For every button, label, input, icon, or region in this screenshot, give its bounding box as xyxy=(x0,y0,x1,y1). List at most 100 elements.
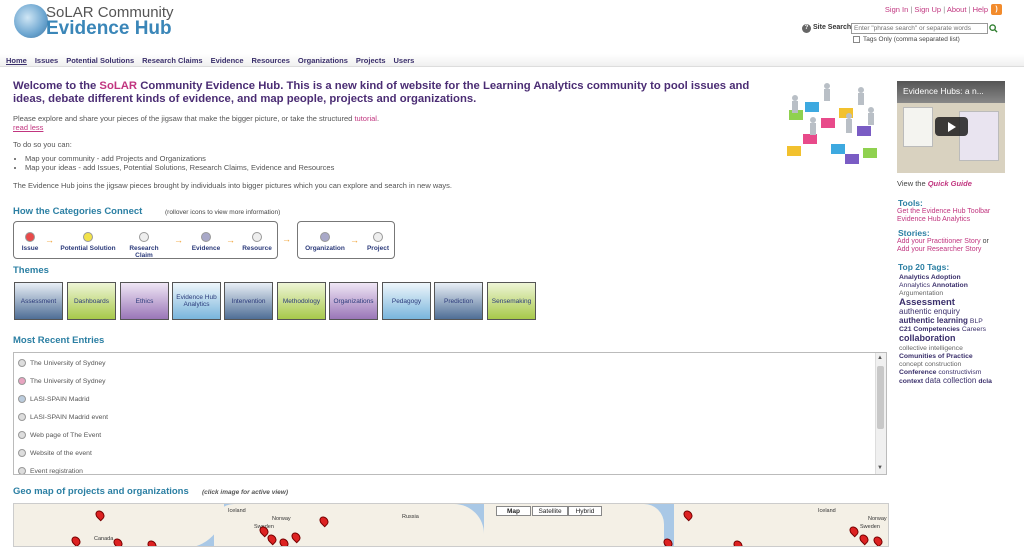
geo-map[interactable]: Canada Iceland Norway Sweden Russia Icel… xyxy=(13,503,889,547)
tag[interactable]: collective intelligence xyxy=(899,345,963,352)
scroll-down-icon[interactable]: ▼ xyxy=(877,465,883,471)
tag[interactable]: context xyxy=(899,378,923,385)
list-item[interactable]: Web page of The Event xyxy=(18,431,101,439)
search-label: ? Site Search xyxy=(802,24,851,33)
theme-intervention[interactable]: Intervention xyxy=(224,282,273,320)
logo[interactable]: SoLAR Community Evidence Hub xyxy=(8,2,188,40)
help-link[interactable]: Help xyxy=(973,5,988,14)
sign-up-link[interactable]: Sign Up xyxy=(914,5,941,14)
map-label: Norway xyxy=(868,516,887,522)
scroll-up-icon[interactable]: ▲ xyxy=(877,355,883,361)
tag[interactable]: authentic enquiry xyxy=(899,307,960,316)
category-resource[interactable]: Resource xyxy=(240,232,274,252)
tag[interactable]: Assessment xyxy=(899,297,955,308)
tutorial-link[interactable]: tutorial xyxy=(354,114,377,123)
main-nav: Home Issues Potential Solutions Research… xyxy=(0,54,1024,67)
map-type-hybrid[interactable]: Hybrid xyxy=(568,506,602,516)
list-item[interactable]: Event registration xyxy=(18,467,83,474)
category-potential-solution[interactable]: Potential Solution xyxy=(60,232,116,252)
list-item[interactable]: Website of the event xyxy=(18,449,92,457)
tags-only-option[interactable]: Tags Only (comma separated list) xyxy=(853,36,960,43)
arrow-icon: → xyxy=(350,235,359,245)
map-land xyxy=(674,504,888,546)
nav-users[interactable]: Users xyxy=(394,56,415,65)
theme-sensemaking[interactable]: Sensemaking xyxy=(487,282,536,320)
sign-in-link[interactable]: Sign In xyxy=(885,5,908,14)
todo-item: Map your ideas - add Issues, Potential S… xyxy=(25,163,334,173)
issue-icon xyxy=(25,232,35,242)
list-item[interactable]: LASI-SPAIN Madrid xyxy=(18,395,90,403)
list-item[interactable]: LASI-SPAIN Madrid event xyxy=(18,413,108,421)
arrow-icon: → xyxy=(45,235,54,245)
nav-resources[interactable]: Resources xyxy=(252,56,290,65)
read-less-link[interactable]: read less xyxy=(13,123,43,132)
top-links: Sign In | Sign Up | About | Help xyxy=(885,5,988,14)
logo-globe-icon xyxy=(14,4,48,38)
category-issue[interactable]: Issue xyxy=(18,232,42,252)
nav-organizations[interactable]: Organizations xyxy=(298,56,348,65)
tags-only-label: Tags Only (comma separated list) xyxy=(863,36,960,44)
quick-guide-prefix: View the xyxy=(897,179,928,188)
tag[interactable]: Annalytics xyxy=(899,282,930,289)
theme-assessment[interactable]: Assessment xyxy=(14,282,63,320)
organization-icon xyxy=(320,232,330,242)
jigsaw-people-illustration xyxy=(787,83,877,164)
category-project[interactable]: Project xyxy=(364,232,392,252)
tag[interactable]: Annotation xyxy=(932,282,968,289)
tag[interactable]: C21 Competencies xyxy=(899,326,960,333)
theme-ethics[interactable]: Ethics xyxy=(120,282,169,320)
nav-issues[interactable]: Issues xyxy=(35,56,58,65)
tag[interactable]: collaboration xyxy=(899,333,956,343)
tag[interactable]: Comunities of Practice xyxy=(899,353,973,360)
researcher-story-link[interactable]: Add your Researcher Story xyxy=(897,246,981,253)
tag[interactable]: concept construction xyxy=(899,361,961,368)
practitioner-story-link[interactable]: Add your Practitioner Story xyxy=(897,238,981,245)
analytics-link[interactable]: Evidence Hub Analytics xyxy=(897,216,970,223)
list-item[interactable]: The University of Sydney xyxy=(18,359,106,367)
intro-prefix: Please explore and share your pieces of … xyxy=(13,114,355,123)
resource-link-icon xyxy=(252,232,262,242)
theme-pedagogy[interactable]: Pedagogy xyxy=(382,282,431,320)
geo-map-hint: (click image for active view) xyxy=(202,489,288,496)
about-link[interactable]: About xyxy=(947,5,967,14)
search-icon[interactable] xyxy=(989,24,998,33)
nav-potential-solutions[interactable]: Potential Solutions xyxy=(66,56,134,65)
lightbulb-icon xyxy=(83,232,93,242)
tag[interactable]: data collection xyxy=(925,376,976,385)
map-type-satellite[interactable]: Satellite xyxy=(532,506,568,516)
tag[interactable]: constructivism xyxy=(938,369,981,376)
quick-guide-link[interactable]: Quick Guide xyxy=(928,179,972,188)
list-item[interactable]: The University of Sydney xyxy=(18,377,106,385)
tag[interactable]: BLP xyxy=(970,318,983,325)
nav-evidence[interactable]: Evidence xyxy=(211,56,244,65)
tag[interactable]: authentic learning xyxy=(899,316,968,325)
theme-methodology[interactable]: Methodology xyxy=(277,282,326,320)
organization-icon xyxy=(18,377,26,385)
category-evidence[interactable]: Evidence xyxy=(188,232,224,252)
tag[interactable]: Conference xyxy=(899,369,936,376)
nav-projects[interactable]: Projects xyxy=(356,56,386,65)
resource-link-icon xyxy=(18,413,26,421)
tag[interactable]: Careers xyxy=(962,326,986,333)
toolbar-link[interactable]: Get the Evidence Hub Toolbar xyxy=(897,208,990,215)
recent-entries-list: The University of Sydney The University … xyxy=(13,352,887,475)
nav-home[interactable]: Home xyxy=(6,56,27,65)
tag[interactable]: Analytics Adoption xyxy=(899,274,961,281)
ideas-category-group: Issue → Potential Solution Research Clai… xyxy=(13,221,278,259)
scrollbar-thumb[interactable] xyxy=(877,366,884,429)
nav-research-claims[interactable]: Research Claims xyxy=(142,56,202,65)
tags-only-checkbox[interactable] xyxy=(853,36,860,43)
arrow-icon: → xyxy=(226,235,235,245)
map-type-map[interactable]: Map xyxy=(496,506,531,516)
theme-organizations[interactable]: Organizations xyxy=(329,282,378,320)
tag[interactable]: dcla xyxy=(978,378,992,385)
theme-dashboards[interactable]: Dashboards xyxy=(67,282,116,320)
search-input[interactable] xyxy=(851,23,988,34)
theme-prediction[interactable]: Prediction xyxy=(434,282,483,320)
theme-evidence-hub-analytics[interactable]: Evidence Hub Analytics xyxy=(172,282,221,320)
category-organization[interactable]: Organization xyxy=(302,232,348,252)
help-icon[interactable]: ? xyxy=(802,24,811,33)
play-icon[interactable] xyxy=(935,117,968,136)
rss-icon[interactable]: ) xyxy=(991,4,1002,15)
category-research-claim[interactable]: Research Claim xyxy=(120,232,168,259)
